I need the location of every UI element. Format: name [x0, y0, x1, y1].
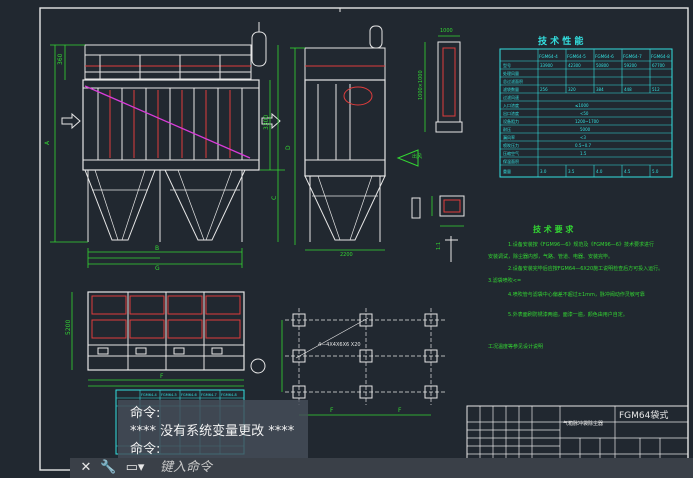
tech-req-title: 技 术 要 求: [533, 224, 574, 234]
model-col-5: FGM64-8: [651, 54, 670, 59]
svg-text:C: C: [271, 196, 278, 200]
svg-text:1000: 1000: [440, 28, 453, 34]
svg-text:设备阻力: 设备阻力: [503, 118, 519, 124]
command-history[interactable]: 命令: **** 没有系统变量更改 **** 命令:: [118, 400, 308, 458]
side-elevation: D 2200: [285, 25, 386, 258]
svg-text:3.5: 3.5: [568, 169, 575, 174]
svg-text:总过滤面积: 总过滤面积: [503, 78, 523, 84]
svg-text:G: G: [155, 265, 160, 272]
svg-text:59200: 59200: [624, 63, 637, 68]
svg-text:5200: 5200: [65, 320, 72, 335]
svg-text:滤袋数量: 滤袋数量: [503, 86, 519, 92]
svg-text:A: A: [44, 140, 51, 145]
tech-req-line-2: 安装调试，除尘器内部，气路、管道、电器、安装完毕。: [488, 253, 613, 260]
model-col-4: FGM64-7: [623, 54, 642, 59]
tech-req-line-4: 3.滤袋喷吹<=: [488, 277, 521, 284]
tech-req-line-6: 5.外表面刷防锈漆两遍，面漆一遍，颜色由用户自定。: [508, 311, 628, 318]
command-prompt-dropdown-icon[interactable]: ▭▾: [122, 460, 148, 476]
svg-text:漏风率: 漏风率: [503, 134, 515, 140]
svg-text:入口浓度: 入口浓度: [503, 102, 519, 108]
svg-text:喷吹压力: 喷吹压力: [503, 142, 519, 148]
command-history-line: **** 没有系统变量更改 ****: [130, 424, 295, 439]
svg-text:出风: 出风: [412, 153, 422, 160]
svg-text:<50: <50: [580, 111, 589, 116]
svg-text:处理风量: 处理风量: [503, 70, 519, 76]
model-row-2: FGM64-5: [161, 393, 177, 397]
svg-text:33900: 33900: [540, 63, 553, 68]
drawing-canvas[interactable]: A 360 3300 C B G D 2200 1000 1000×1000 出…: [0, 0, 693, 478]
svg-text:型号: 型号: [503, 62, 511, 68]
section-detail: 1:1: [411, 195, 465, 262]
svg-text:67700: 67700: [652, 63, 665, 68]
svg-text:1000×1000: 1000×1000: [418, 70, 424, 100]
customize-wrench-icon[interactable]: 🔧: [100, 460, 116, 476]
cad-drawing[interactable]: A 360 3300 C B G D 2200 1000 1000×1000 出…: [0, 0, 693, 478]
svg-text:1200~1700: 1200~1700: [575, 119, 599, 124]
svg-text:384: 384: [596, 87, 604, 92]
svg-text:512: 512: [652, 87, 660, 92]
svg-text:<3: <3: [580, 135, 586, 140]
front-elevation: A 360 3300 C B G: [44, 22, 285, 272]
model-row-4: FGM64-7: [201, 393, 217, 397]
model-row-1: FGM64-4: [141, 393, 157, 397]
svg-text:3.0: 3.0: [540, 169, 547, 174]
plan-view: 5200 F: [65, 291, 266, 387]
svg-text:1:1: 1:1: [436, 242, 442, 250]
command-history-line: 命令:: [130, 442, 161, 457]
model-col-2: FGM64-5: [567, 54, 586, 59]
svg-text:4.5: 4.5: [624, 169, 631, 174]
svg-text:2200: 2200: [340, 252, 353, 258]
svg-text:保温面积: 保温面积: [503, 158, 519, 164]
svg-text:360: 360: [57, 53, 64, 65]
svg-text:42300: 42300: [568, 63, 581, 68]
svg-text:5000: 5000: [580, 127, 591, 132]
drawing-title: FGM64袋式: [619, 409, 668, 421]
svg-text:D: D: [285, 145, 292, 150]
svg-text:≤1000: ≤1000: [575, 103, 589, 108]
svg-text:F: F: [160, 373, 164, 380]
svg-text:压缩空气: 压缩空气: [503, 150, 519, 156]
tech-req-line-1: 1.设备安装按《FGM96—6》规范及《FGM96—6》技术要求进行: [508, 241, 654, 248]
svg-text:F: F: [330, 407, 334, 414]
svg-text:1.5: 1.5: [580, 151, 587, 156]
svg-text:B: B: [155, 245, 159, 252]
tech-params-title: 技 术 性 能: [538, 35, 583, 47]
command-line-bar: ✕ 🔧 ▭▾ 键入命令: [70, 458, 693, 478]
model-col-3: FGM64-6: [595, 54, 614, 59]
svg-text:5.0: 5.0: [652, 169, 659, 174]
close-icon[interactable]: ✕: [80, 460, 92, 476]
svg-text:320: 320: [568, 87, 576, 92]
model-row-5: FGM64-8: [221, 393, 237, 397]
inlet-detail: 1000 1000×1000 出风: [396, 28, 463, 167]
svg-text:重量: 重量: [503, 168, 511, 174]
svg-text:出口浓度: 出口浓度: [503, 110, 519, 116]
model-col-1: FGM64-4: [539, 54, 558, 59]
svg-text:4.0: 4.0: [596, 169, 603, 174]
sheet-label: 气箱脉冲袋除尘器: [563, 420, 603, 427]
tech-params-table: 技 术 性 能 FGM64-4 FGM64-5 FGM64-6 FGM64-7 …: [499, 35, 673, 178]
tech-req-line-3: 2.设备安装完毕后应按FGM64—6X20施工说明检查后方可投入运行。: [508, 265, 663, 272]
svg-text:256: 256: [540, 87, 548, 92]
svg-text:0.5~0.7: 0.5~0.7: [575, 143, 592, 148]
tech-req-line-5: 4.喷吹管与滤袋中心偏差不超过±1mm，脉冲阀动作灵敏可靠: [508, 291, 645, 298]
foundation-plan: 4—4X4X6X6 X20 F F: [281, 308, 445, 416]
command-history-line: 命令:: [130, 406, 161, 421]
svg-text:50800: 50800: [596, 63, 609, 68]
tech-req-line-7: 工况温度等参见设计说明: [488, 343, 543, 350]
plan-label: 4—4X4X6X6 X20: [318, 342, 361, 348]
model-row-3: FGM64-6: [181, 393, 197, 397]
svg-text:3300: 3300: [263, 115, 270, 130]
svg-text:耐压: 耐压: [503, 126, 511, 132]
tech-requirements: 技 术 要 求 1.设备安装按《FGM96—6》规范及《FGM96—6》技术要求…: [488, 224, 663, 350]
svg-text:448: 448: [624, 87, 632, 92]
svg-text:F: F: [398, 407, 402, 414]
svg-text:过滤风速: 过滤风速: [503, 94, 519, 100]
command-input[interactable]: 键入命令: [160, 458, 680, 478]
